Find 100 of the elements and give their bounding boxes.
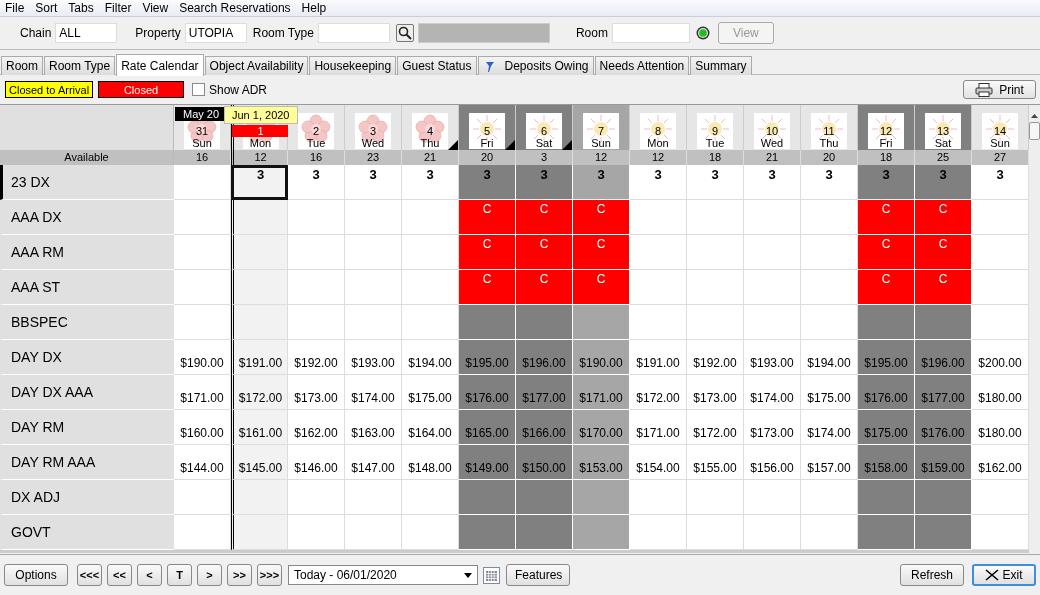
- table-cell[interactable]: [345, 515, 402, 550]
- table-cell[interactable]: [231, 305, 288, 340]
- table-cell[interactable]: [744, 200, 801, 235]
- table-cell[interactable]: $195.00: [459, 340, 516, 375]
- features-button[interactable]: Features: [506, 564, 570, 586]
- table-cell[interactable]: $177.00: [915, 375, 972, 410]
- table-cell[interactable]: $176.00: [858, 375, 915, 410]
- table-cell[interactable]: [231, 235, 288, 270]
- room-type-label[interactable]: AAA DX: [0, 200, 174, 235]
- table-cell[interactable]: [801, 200, 858, 235]
- table-cell[interactable]: [687, 480, 744, 515]
- nav-button[interactable]: <: [137, 564, 162, 586]
- menu-item[interactable]: Help: [296, 1, 333, 15]
- nav-button[interactable]: T: [167, 564, 192, 586]
- table-cell[interactable]: 3: [516, 165, 573, 200]
- table-cell[interactable]: $173.00: [744, 410, 801, 445]
- table-cell[interactable]: [972, 270, 1029, 305]
- table-cell[interactable]: [231, 480, 288, 515]
- table-cell[interactable]: $172.00: [687, 410, 744, 445]
- scroll-up-icon[interactable]: [1030, 113, 1039, 119]
- table-cell[interactable]: [801, 270, 858, 305]
- table-cell[interactable]: [288, 270, 345, 305]
- table-cell[interactable]: [972, 200, 1029, 235]
- table-cell[interactable]: C: [915, 270, 972, 305]
- room-type-field[interactable]: [317, 23, 390, 43]
- table-cell[interactable]: C: [459, 235, 516, 270]
- table-cell[interactable]: [687, 270, 744, 305]
- tab[interactable]: Needs Attention: [594, 56, 690, 75]
- table-cell[interactable]: 3: [801, 165, 858, 200]
- table-cell[interactable]: [630, 515, 687, 550]
- table-cell[interactable]: [402, 515, 459, 550]
- day-header[interactable]: 11 Thu: [801, 105, 858, 150]
- table-cell[interactable]: [345, 200, 402, 235]
- table-cell[interactable]: [231, 515, 288, 550]
- table-cell[interactable]: [288, 235, 345, 270]
- table-cell[interactable]: [687, 515, 744, 550]
- room-type-label[interactable]: DX ADJ: [0, 480, 174, 515]
- room-type-label[interactable]: BBSPEC: [0, 305, 174, 340]
- property-field[interactable]: UTOPIA: [184, 23, 247, 43]
- table-cell[interactable]: $174.00: [801, 410, 858, 445]
- day-header[interactable]: 7 Sun: [573, 105, 630, 150]
- tab[interactable]: Guest Status: [397, 56, 477, 75]
- table-cell[interactable]: $196.00: [915, 340, 972, 375]
- table-cell[interactable]: [402, 235, 459, 270]
- table-cell[interactable]: $162.00: [288, 410, 345, 445]
- checkbox[interactable]: [192, 83, 205, 96]
- table-cell[interactable]: $176.00: [459, 375, 516, 410]
- table-cell[interactable]: [972, 305, 1029, 340]
- table-cell[interactable]: $162.00: [972, 445, 1029, 480]
- table-cell[interactable]: $193.00: [345, 340, 402, 375]
- nav-button[interactable]: <<<: [77, 564, 102, 586]
- table-cell[interactable]: [174, 200, 231, 235]
- room-type-label[interactable]: DAY RM: [0, 410, 174, 445]
- table-cell[interactable]: C: [516, 270, 573, 305]
- table-cell[interactable]: [231, 270, 288, 305]
- table-cell[interactable]: $171.00: [630, 410, 687, 445]
- table-cell[interactable]: $192.00: [288, 340, 345, 375]
- table-cell[interactable]: [630, 270, 687, 305]
- exit-button[interactable]: Exit: [972, 564, 1036, 586]
- table-cell[interactable]: C: [858, 200, 915, 235]
- table-cell[interactable]: [174, 480, 231, 515]
- table-cell[interactable]: [630, 480, 687, 515]
- table-cell[interactable]: C: [516, 235, 573, 270]
- table-cell[interactable]: $161.00: [231, 410, 288, 445]
- table-cell[interactable]: $191.00: [231, 340, 288, 375]
- table-cell[interactable]: 3: [288, 165, 345, 200]
- table-cell[interactable]: C: [915, 200, 972, 235]
- day-header[interactable]: 6 Sat: [516, 105, 573, 150]
- table-cell[interactable]: 3: [744, 165, 801, 200]
- table-cell[interactable]: $170.00: [573, 410, 630, 445]
- day-header[interactable]: 13 Sat: [915, 105, 972, 150]
- nav-button[interactable]: >>: [227, 564, 252, 586]
- table-cell[interactable]: $171.00: [573, 375, 630, 410]
- table-cell[interactable]: $150.00: [516, 445, 573, 480]
- table-cell[interactable]: $163.00: [345, 410, 402, 445]
- table-cell[interactable]: $157.00: [801, 445, 858, 480]
- nav-button[interactable]: >: [197, 564, 222, 586]
- table-cell[interactable]: C: [573, 270, 630, 305]
- room-field[interactable]: [611, 23, 690, 43]
- table-cell[interactable]: $195.00: [858, 340, 915, 375]
- table-cell[interactable]: [288, 515, 345, 550]
- table-cell[interactable]: C: [573, 200, 630, 235]
- nav-button[interactable]: <<: [107, 564, 132, 586]
- room-type-label[interactable]: DAY DX: [0, 340, 174, 375]
- table-cell[interactable]: $154.00: [630, 445, 687, 480]
- table-cell[interactable]: [687, 305, 744, 340]
- table-cell[interactable]: [744, 305, 801, 340]
- table-cell[interactable]: [174, 235, 231, 270]
- table-cell[interactable]: [174, 270, 231, 305]
- table-cell[interactable]: $146.00: [288, 445, 345, 480]
- tab[interactable]: Room: [1, 56, 43, 75]
- table-cell[interactable]: $159.00: [915, 445, 972, 480]
- tab[interactable]: Deposits Owing: [477, 56, 594, 75]
- table-cell[interactable]: $196.00: [516, 340, 573, 375]
- scroll-thumb[interactable]: [1029, 122, 1040, 140]
- table-cell[interactable]: $200.00: [972, 340, 1029, 375]
- table-cell[interactable]: $147.00: [345, 445, 402, 480]
- table-cell[interactable]: $166.00: [516, 410, 573, 445]
- table-cell[interactable]: $144.00: [174, 445, 231, 480]
- table-cell[interactable]: $155.00: [687, 445, 744, 480]
